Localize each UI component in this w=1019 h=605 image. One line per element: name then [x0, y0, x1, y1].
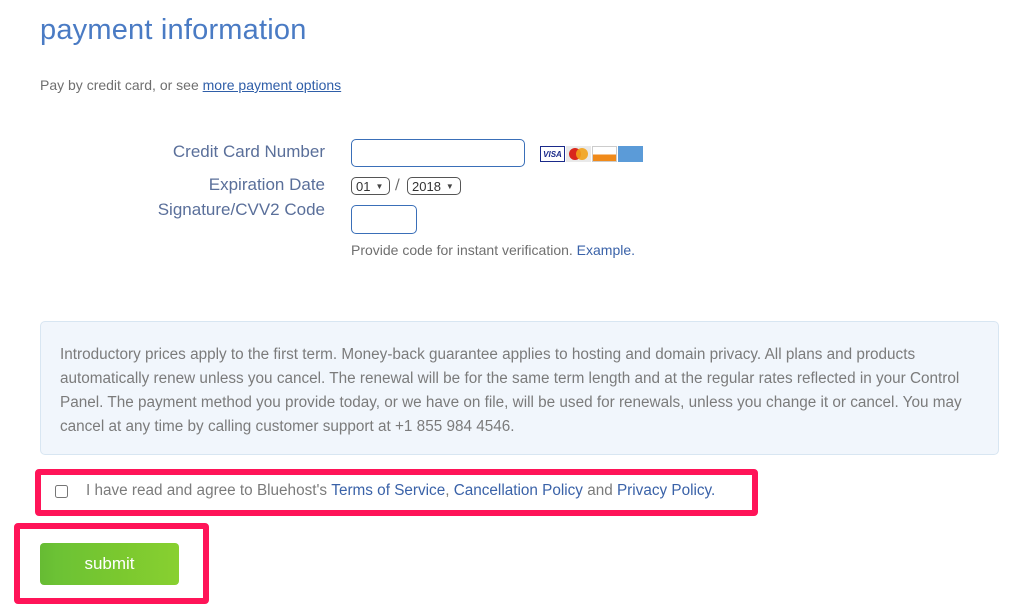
cancellation-policy-link[interactable]: Cancellation Policy [454, 482, 583, 500]
more-payment-options-link[interactable]: more payment options [203, 77, 342, 93]
cvv-hint: Provide code for instant verification. E… [351, 242, 635, 258]
visa-card-icon: VISA [540, 146, 565, 162]
agreement-and: and [582, 482, 617, 499]
cvv-label: Signature/CVV2 Code [157, 200, 325, 219]
year-value: 2018 [412, 178, 441, 194]
cvv-input[interactable] [351, 205, 417, 234]
cvv-example-link[interactable]: Example. [577, 242, 635, 258]
card-number-label: Credit Card Number [172, 142, 325, 161]
dropdown-arrow-icon: ▼ [445, 181, 454, 191]
payment-subtitle: Pay by credit card, or see more payment … [40, 77, 341, 93]
amex-card-icon [618, 146, 643, 162]
subtitle-text: Pay by credit card, or see [40, 77, 203, 93]
submit-button[interactable]: submit [40, 543, 179, 585]
accepted-cards: VISA [540, 146, 643, 162]
expiration-month-select[interactable]: 01 ▼ [351, 177, 390, 195]
renewal-notice-text: Introductory prices apply to the first t… [60, 346, 962, 435]
month-value: 01 [356, 178, 371, 194]
page-title: payment information [40, 14, 307, 46]
card-number-input[interactable] [351, 139, 525, 167]
privacy-policy-link[interactable]: Privacy Policy. [617, 482, 715, 500]
expiration-year-select[interactable]: 2018 ▼ [407, 177, 461, 195]
renewal-notice: Introductory prices apply to the first t… [40, 321, 999, 455]
expiration-label: Expiration Date [208, 175, 325, 194]
terms-of-service-link[interactable]: Terms of Service [331, 482, 445, 500]
discover-card-icon [592, 146, 617, 162]
agreement-comma: , [445, 482, 454, 499]
date-separator: / [395, 177, 400, 193]
terms-agreement: I have read and agree to Bluehost's Term… [55, 482, 715, 500]
agree-terms-checkbox[interactable] [55, 484, 68, 498]
dropdown-arrow-icon: ▼ [375, 181, 384, 191]
mastercard-icon [566, 146, 591, 162]
agreement-text: I have read and agree to Bluehost's [86, 482, 328, 499]
cvv-hint-text: Provide code for instant verification. [351, 242, 577, 258]
